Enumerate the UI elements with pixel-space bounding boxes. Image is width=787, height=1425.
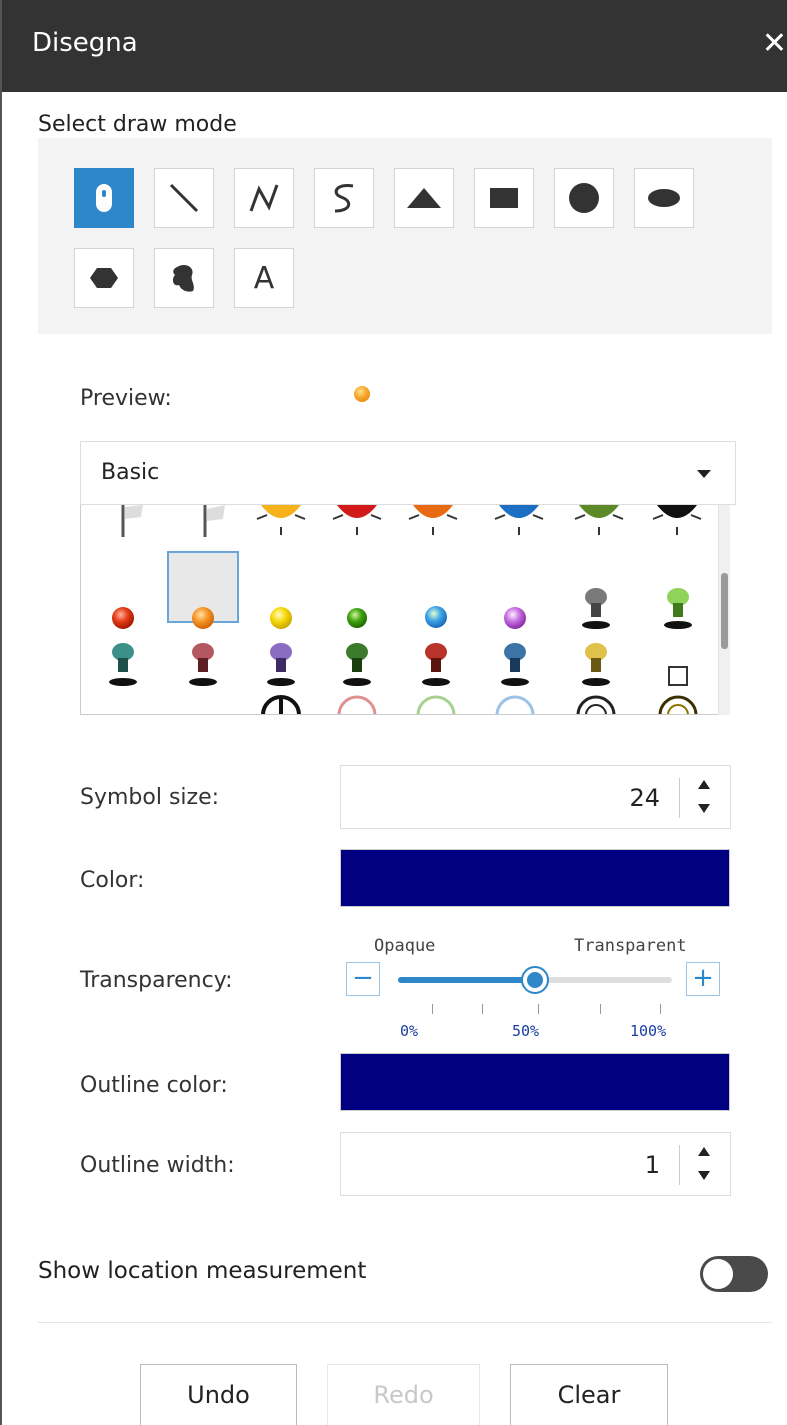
mode-line-button[interactable] <box>154 168 214 228</box>
symbol-gallery-scrollbar[interactable] <box>718 505 730 715</box>
mode-text-button[interactable]: A <box>234 248 294 308</box>
ellipse-icon <box>648 189 680 207</box>
scrollbar-thumb[interactable] <box>721 573 728 649</box>
outline-width-stepper[interactable]: 1 <box>340 1132 731 1196</box>
transparency-decrease-button[interactable]: − <box>346 962 380 996</box>
symbol-size-label: Symbol size: <box>80 785 220 810</box>
mode-point-button[interactable] <box>74 168 134 228</box>
freehand-polygon-icon <box>172 264 194 292</box>
slider-tick <box>660 1004 661 1014</box>
location-measurement-label: Show location measurement <box>38 1258 367 1284</box>
transparent-label: Transparent <box>574 936 687 956</box>
symbol-size-value: 24 <box>629 784 660 812</box>
transparency-increase-button[interactable]: + <box>686 962 720 996</box>
toggle-knob <box>703 1259 733 1289</box>
transparency-label: Transparency: <box>80 968 233 993</box>
slider-tick <box>600 1004 601 1014</box>
location-measurement-toggle[interactable] <box>700 1256 768 1292</box>
circle-icon <box>569 183 599 213</box>
panel-header: Disegna ✕ <box>2 0 787 92</box>
outline-color-swatch[interactable] <box>340 1053 730 1111</box>
outline-color-label: Outline color: <box>80 1073 228 1098</box>
transparency-slider: Opaque Transparent − 0% 50% 100% + <box>340 930 732 1050</box>
polygon-icon <box>90 268 118 288</box>
slider-tick <box>482 1004 483 1014</box>
opaque-label: Opaque <box>374 936 436 956</box>
chevron-up-icon[interactable] <box>698 780 710 789</box>
symbol-row-wheels <box>261 695 698 714</box>
symbol-set-select[interactable]: Basic <box>80 441 736 505</box>
symbol-row-balls <box>112 551 692 629</box>
mode-ellipse-button[interactable] <box>634 168 694 228</box>
chevron-down-icon <box>697 470 711 478</box>
freehand-line-icon <box>334 183 354 213</box>
symbol-row-pins <box>109 643 688 686</box>
slider-handle[interactable] <box>521 966 549 994</box>
close-icon[interactable]: ✕ <box>762 26 787 61</box>
color-label: Color: <box>80 868 145 893</box>
symbol-row-top <box>121 505 702 537</box>
symbol-gallery <box>80 505 730 715</box>
slider-tick <box>432 1004 433 1014</box>
undo-button[interactable]: Undo <box>140 1364 297 1425</box>
stepper-divider <box>679 778 680 818</box>
color-swatch[interactable] <box>340 849 730 907</box>
symbol-gallery-art <box>109 505 702 714</box>
draw-mode-toolbar: A <box>38 138 772 334</box>
redo-button[interactable]: Redo <box>327 1364 480 1425</box>
slider-fill <box>398 977 535 983</box>
mode-polyline-button[interactable] <box>234 168 294 228</box>
chevron-down-icon[interactable] <box>698 804 710 813</box>
mode-triangle-button[interactable] <box>394 168 454 228</box>
preview-symbol <box>354 386 370 402</box>
actions-divider <box>38 1322 772 1323</box>
line-icon <box>169 183 199 213</box>
rectangle-icon <box>490 188 518 208</box>
draw-panel: Disegna ✕ Select draw mode A Preview: Ba… <box>0 0 787 1425</box>
outline-width-label: Outline width: <box>80 1153 235 1178</box>
draw-mode-label: Select draw mode <box>38 112 237 137</box>
mode-freehand-polygon-button[interactable] <box>154 248 214 308</box>
panel-title: Disegna <box>32 28 138 58</box>
mode-freehand-line-button[interactable] <box>314 168 374 228</box>
slider-tick <box>538 1004 539 1014</box>
mouse-pointer-icon <box>96 184 112 212</box>
chevron-down-icon[interactable] <box>698 1171 710 1180</box>
stepper-divider <box>679 1145 680 1185</box>
symbol-size-stepper[interactable]: 24 <box>340 765 731 829</box>
outline-width-value: 1 <box>644 1151 660 1179</box>
mode-rectangle-button[interactable] <box>474 168 534 228</box>
preview-label: Preview: <box>80 386 172 411</box>
text-icon: A <box>253 260 275 296</box>
mode-polygon-button[interactable] <box>74 248 134 308</box>
tick-label-100: 100% <box>630 1022 667 1040</box>
clear-button[interactable]: Clear <box>510 1364 668 1425</box>
symbol-set-value: Basic <box>101 460 160 485</box>
chevron-up-icon[interactable] <box>698 1147 710 1156</box>
triangle-icon <box>407 188 441 208</box>
tick-label-0: 0% <box>400 1022 419 1040</box>
mode-circle-button[interactable] <box>554 168 614 228</box>
polyline-icon <box>249 184 279 212</box>
tick-label-50: 50% <box>512 1022 540 1040</box>
